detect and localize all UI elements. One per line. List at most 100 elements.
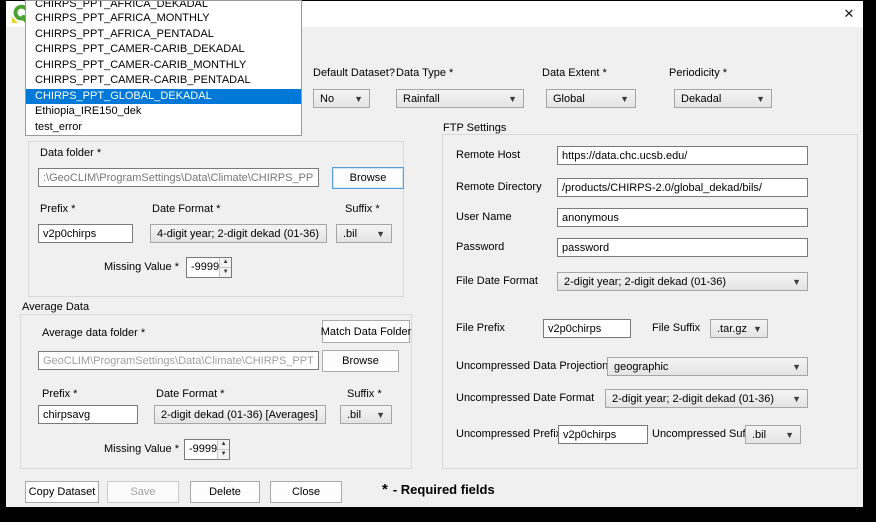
spinner-arrows[interactable]: ▲ ▼ [217, 440, 229, 459]
chevron-down-icon: ▼ [786, 394, 801, 404]
chevron-down-icon: ▼ [786, 362, 801, 372]
dataset-list-item[interactable]: CHIRPS_PPT_AFRICA_PENTADAL [26, 27, 301, 43]
chevron-down-icon: ▼ [502, 94, 517, 104]
spin-up-icon[interactable]: ▲ [220, 258, 231, 268]
chevron-down-icon: ▼ [319, 229, 327, 239]
spin-down-icon[interactable]: ▼ [220, 268, 231, 277]
avg-missing-value-label: Missing Value * [104, 443, 179, 455]
uncompressed-projection-value: geographic [614, 361, 668, 373]
periodicity-select[interactable]: Dekadal ▼ [674, 89, 772, 108]
default-dataset-label: Default Dataset? [313, 67, 395, 79]
uncompressed-date-format-value: 2-digit year; 2-digit dekad (01-36) [612, 393, 774, 405]
missing-value-label: Missing Value * [104, 261, 179, 273]
uncompressed-suffix-select[interactable]: .bil ▼ [745, 425, 801, 444]
close-icon[interactable]: ✕ [840, 6, 858, 22]
spin-up-icon[interactable]: ▲ [218, 440, 229, 450]
screenshot-root: { "colors": {"selection": "#0078d7", "fo… [0, 0, 876, 522]
remote-host-input[interactable] [557, 146, 808, 165]
password-label: Password [456, 241, 504, 253]
chevron-down-icon: ▼ [370, 410, 385, 420]
avg-missing-value-spinner[interactable]: -9999 ▲ ▼ [184, 439, 230, 460]
required-fields-note: * - Required fields [382, 482, 495, 497]
uncompressed-projection-label: Uncompressed Data Projection [456, 360, 608, 372]
uncompressed-prefix-input[interactable] [558, 425, 648, 444]
user-name-input[interactable] [557, 208, 808, 227]
data-type-select[interactable]: Rainfall ▼ [396, 89, 524, 108]
default-dataset-select[interactable]: No ▼ [313, 89, 370, 108]
avg-prefix-label: Prefix * [42, 388, 77, 400]
default-dataset-value: No [320, 93, 334, 105]
uncompressed-suffix-value: .bil [752, 429, 766, 441]
remote-directory-input[interactable] [557, 178, 808, 197]
uncompressed-suffix-label: Uncompressed Suffix [652, 428, 756, 440]
spin-down-icon[interactable]: ▼ [218, 450, 229, 459]
remote-host-label: Remote Host [456, 149, 520, 161]
prefix-input[interactable] [38, 224, 133, 243]
suffix-value: .bil [343, 228, 357, 240]
required-text: - Required fields [393, 482, 495, 497]
avg-date-format-label: Date Format * [156, 388, 224, 400]
file-suffix-value: .tar.gz [717, 323, 747, 335]
avg-date-format-select[interactable]: 2-digit dekad (01-36) [Averages] ▼ [154, 405, 326, 424]
dataset-list-item[interactable]: CHIRPS_PPT_CAMER-CARIB_DEKADAL [26, 42, 301, 58]
dataset-list-item[interactable]: CHIRPS_PPT_AFRICA_DEKADAL [26, 1, 301, 11]
browse-average-folder-button[interactable]: Browse [322, 350, 399, 372]
chevron-down-icon: ▼ [370, 229, 385, 239]
avg-missing-value: -9999 [185, 440, 217, 459]
dataset-list-item[interactable]: CHIRPS_PPT_CAMER-CARIB_MONTHLY [26, 58, 301, 74]
date-format-value: 4-digit year; 2-digit dekad (01-36) [157, 228, 319, 240]
date-format-select[interactable]: 4-digit year; 2-digit dekad (01-36) ▼ [150, 224, 327, 243]
delete-button[interactable]: Delete [190, 481, 260, 503]
prefix-label: Prefix * [40, 203, 75, 215]
data-extent-label: Data Extent * [542, 67, 607, 79]
dataset-list-item[interactable]: CHIRPS_PPT_CAMER-CARIB_PENTADAL [26, 73, 301, 89]
password-input[interactable] [557, 238, 808, 257]
file-date-format-select[interactable]: 2-digit year; 2-digit dekad (01-36) ▼ [557, 272, 808, 291]
dataset-list-item-selected[interactable]: CHIRPS_PPT_GLOBAL_DEKADAL [26, 89, 301, 105]
dataset-dropdown-list: CHIRPS_PPT_AFRICA_DEKADAL CHIRPS_PPT_AFR… [25, 0, 302, 136]
uncompressed-projection-select[interactable]: geographic ▼ [607, 357, 808, 376]
suffix-select[interactable]: .bil ▼ [336, 224, 392, 243]
data-folder-input[interactable] [38, 168, 319, 187]
uncompressed-date-format-label: Uncompressed Date Format [456, 392, 594, 404]
spinner-arrows[interactable]: ▲ ▼ [219, 258, 231, 277]
data-folder-label: Data folder * [40, 147, 101, 159]
average-data-folder-label: Average data folder * [42, 327, 145, 339]
suffix-label: Suffix * [345, 203, 380, 215]
match-data-folder-button[interactable]: Match Data Folder [322, 320, 410, 343]
average-data-folder-input[interactable] [38, 351, 319, 370]
user-name-label: User Name [456, 211, 512, 223]
date-format-label: Date Format * [152, 203, 220, 215]
ftp-settings-group-title: FTP Settings [443, 122, 506, 134]
copy-dataset-button[interactable]: Copy Dataset [25, 481, 99, 503]
data-extent-select[interactable]: Global ▼ [546, 89, 636, 108]
chevron-down-icon: ▼ [318, 410, 326, 420]
file-prefix-input[interactable] [543, 319, 631, 338]
avg-prefix-input[interactable] [38, 405, 138, 424]
chevron-down-icon: ▼ [750, 94, 765, 104]
browse-data-folder-button[interactable]: Browse [332, 167, 404, 189]
avg-suffix-value: .bil [347, 409, 361, 421]
missing-value: -9999 [187, 258, 219, 277]
avg-suffix-select[interactable]: .bil ▼ [340, 405, 392, 424]
average-data-group-title: Average Data [22, 301, 89, 313]
chevron-down-icon: ▼ [747, 324, 762, 334]
close-button[interactable]: Close [270, 481, 342, 503]
dataset-list-item[interactable]: CHIRPS_PPT_AFRICA_MONTHLY [26, 11, 301, 27]
data-extent-value: Global [553, 93, 585, 105]
file-date-format-value: 2-digit year; 2-digit dekad (01-36) [564, 276, 726, 288]
data-type-label: Data Type * [396, 67, 453, 79]
avg-date-format-value: 2-digit dekad (01-36) [Averages] [161, 409, 318, 421]
dataset-list-item[interactable]: test_error [26, 120, 301, 136]
chevron-down-icon: ▼ [348, 94, 363, 104]
file-prefix-label: File Prefix [456, 322, 505, 334]
save-button: Save [107, 481, 179, 503]
file-suffix-select[interactable]: .tar.gz ▼ [710, 319, 768, 338]
dataset-item-label: CHIRPS_PPT_AFRICA_DEKADAL [35, 1, 208, 11]
dataset-list-item[interactable]: Ethiopia_IRE150_dek [26, 104, 301, 120]
remote-directory-label: Remote Directory [456, 181, 542, 193]
file-suffix-label: File Suffix [652, 322, 700, 334]
file-date-format-label: File Date Format [456, 275, 538, 287]
uncompressed-date-format-select[interactable]: 2-digit year; 2-digit dekad (01-36) ▼ [605, 389, 808, 408]
missing-value-spinner[interactable]: -9999 ▲ ▼ [186, 257, 232, 278]
